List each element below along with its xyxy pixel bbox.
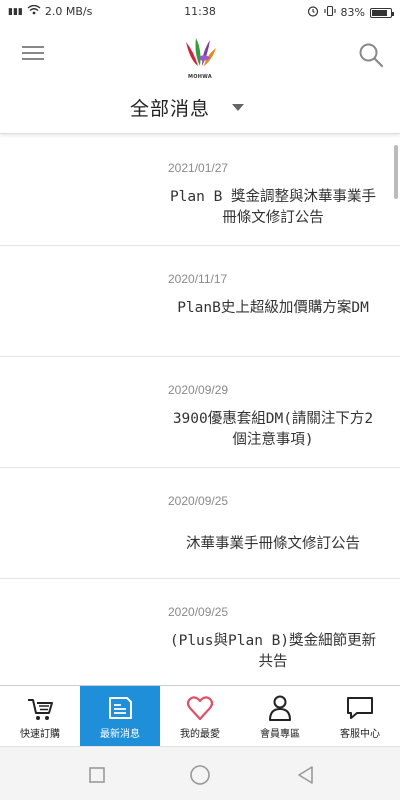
search-button[interactable]: [358, 42, 384, 68]
news-item[interactable]: 2020/09/25 沐華事業手冊條文修訂公告: [0, 468, 400, 579]
menu-line-icon: [22, 46, 44, 48]
back-button[interactable]: [295, 764, 317, 786]
news-title: 沐華事業手冊條文修訂公告: [186, 536, 360, 552]
category-dropdown[interactable]: 全部消息: [130, 94, 245, 121]
news-date: 2020/09/29: [168, 383, 229, 397]
caret-down-icon: [232, 104, 245, 111]
category-bar: 全部消息: [0, 84, 400, 134]
news-date: 2020/09/25: [168, 494, 229, 508]
nav-latest-news[interactable]: 最新消息: [80, 686, 160, 746]
system-nav: [0, 746, 400, 800]
nav-quick-order[interactable]: 快速訂購: [0, 686, 80, 746]
brand-logo: MOHWA: [180, 34, 220, 80]
battery-percent: 83%: [340, 6, 365, 19]
news-icon: [109, 697, 132, 719]
status-bar: ▮▮▮ 2.0 MB/s 11:38 83%: [0, 0, 400, 24]
status-right: 83%: [307, 5, 394, 20]
logo-icon: [186, 38, 216, 66]
category-label: 全部消息: [130, 98, 211, 120]
back-triangle-icon: [298, 766, 313, 784]
hamburger-menu-button[interactable]: [18, 42, 48, 68]
scrollbar[interactable]: [394, 145, 398, 199]
nav-label: 最新消息: [100, 729, 140, 740]
person-icon: [269, 695, 291, 721]
news-title: PlanB史上超級加價購方案DM: [177, 300, 369, 316]
news-item[interactable]: 2020/09/29 3900優惠套組DM(請關注下方2個注意事項): [0, 357, 400, 468]
nav-label: 快速訂購: [20, 729, 60, 740]
menu-line-icon: [22, 52, 44, 54]
menu-line-icon: [22, 58, 44, 60]
nav-member-area[interactable]: 會員專區: [240, 686, 320, 746]
search-icon: [359, 43, 384, 68]
vibrate-icon: [323, 5, 336, 20]
square-icon: [89, 767, 105, 783]
news-item[interactable]: 2021/01/27 Plan B 獎金調整與沐華事業手冊條文修訂公告: [0, 135, 400, 246]
chat-icon: [347, 697, 373, 719]
news-date: 2020/09/25: [168, 605, 229, 619]
circle-icon: [190, 765, 210, 785]
news-list[interactable]: 2021/01/27 Plan B 獎金調整與沐華事業手冊條文修訂公告 2020…: [0, 135, 400, 685]
logo-text: MOHWA: [187, 74, 213, 80]
home-button[interactable]: [189, 764, 211, 786]
nav-label: 我的最愛: [180, 729, 220, 740]
app-header: MOHWA: [0, 24, 400, 84]
nav-customer-service[interactable]: 客服中心: [320, 686, 400, 746]
news-date: 2021/01/27: [168, 161, 229, 175]
news-item[interactable]: 2020/09/25 (Plus與Plan B)獎金細節更新共告: [0, 579, 400, 685]
battery-fill: [372, 9, 387, 16]
news-title: (Plus與Plan B)獎金細節更新共告: [169, 633, 377, 670]
heart-icon: [186, 696, 214, 721]
nav-label: 會員專區: [260, 729, 300, 740]
recent-apps-button[interactable]: [86, 764, 108, 786]
battery-icon: [370, 7, 394, 18]
news-date: 2020/11/17: [168, 272, 228, 286]
news-title: 3900優惠套組DM(請關注下方2個注意事項): [172, 411, 374, 448]
news-item[interactable]: 2020/11/17 PlanB史上超級加價購方案DM: [0, 246, 400, 357]
news-title: Plan B 獎金調整與沐華事業手冊條文修訂公告: [169, 189, 377, 226]
bottom-nav: 快速訂購 最新消息 我的最愛 會員專區 客服中心: [0, 685, 400, 746]
alarm-icon: [307, 5, 319, 20]
nav-label: 客服中心: [340, 729, 380, 740]
nav-favorites[interactable]: 我的最愛: [160, 686, 240, 746]
cart-icon: [28, 699, 53, 720]
